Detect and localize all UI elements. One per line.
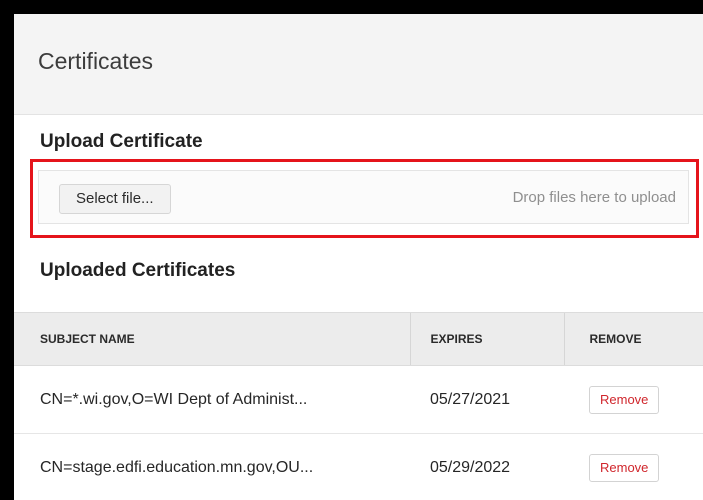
screenshot-frame: Certificates Upload Certificate Select f… xyxy=(0,0,703,500)
certificates-table: SUBJECT NAME EXPIRES REMOVE CN=*.wi.gov,… xyxy=(14,312,703,500)
remove-button[interactable]: Remove xyxy=(589,453,660,482)
drop-files-hint: Drop files here to upload xyxy=(512,189,676,206)
panel-header: Certificates xyxy=(14,14,703,115)
cell-subject-name: CN=stage.edfi.education.mn.gov,OU... xyxy=(14,433,410,500)
column-header-remove: REMOVE xyxy=(563,312,703,366)
file-drop-zone[interactable]: Select file... Drop files here to upload xyxy=(38,170,689,224)
cell-expires: 05/29/2022 xyxy=(410,433,564,500)
cell-expires: 05/27/2021 xyxy=(410,365,564,434)
cell-subject-name: CN=*.wi.gov,O=WI Dept of Administ... xyxy=(14,365,410,434)
remove-button[interactable]: Remove xyxy=(589,385,660,414)
table-row: CN=*.wi.gov,O=WI Dept of Administ... 05/… xyxy=(14,365,703,434)
upload-certificate-heading: Upload Certificate xyxy=(40,131,203,152)
uploaded-certificates-heading: Uploaded Certificates xyxy=(40,260,236,281)
cell-remove: Remove xyxy=(564,433,703,500)
column-header-expires[interactable]: EXPIRES xyxy=(409,312,564,366)
select-file-button[interactable]: Select file... xyxy=(59,184,171,214)
page-title: Certificates xyxy=(38,48,154,74)
table-row: CN=stage.edfi.education.mn.gov,OU... 05/… xyxy=(14,433,703,500)
cell-remove: Remove xyxy=(564,365,703,434)
table-header-row: SUBJECT NAME EXPIRES REMOVE xyxy=(14,312,703,366)
certificates-panel: Certificates Upload Certificate Select f… xyxy=(14,14,703,500)
column-header-subject-name[interactable]: SUBJECT NAME xyxy=(14,312,410,366)
